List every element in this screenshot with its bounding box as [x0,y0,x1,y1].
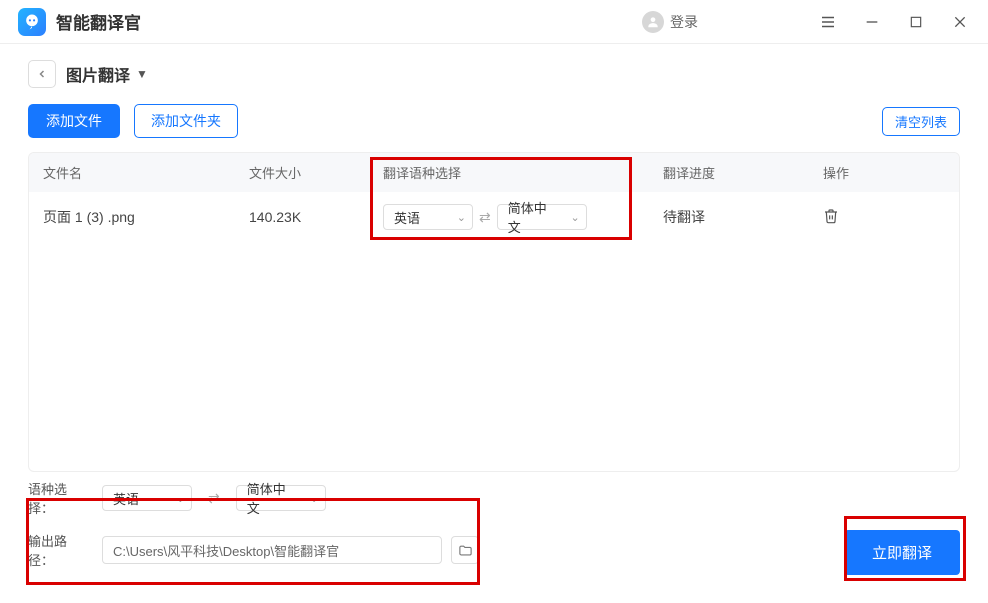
swap-icon[interactable]: ⇄ [208,490,220,507]
row-target-lang-value: 简体中文 [508,198,553,236]
close-button[interactable] [950,12,970,32]
footer-target-lang-select[interactable]: 简体中文 ⌄ [236,485,326,511]
col-header-name: 文件名 [29,163,249,182]
browse-folder-button[interactable] [451,536,479,564]
table-row: 页面 1 (3) .png 140.23K 英语 ⌄ ⇄ 简体中文 ⌄ 待翻译 [29,192,959,242]
col-header-size: 文件大小 [249,163,369,182]
table-header: 文件名 文件大小 翻译语种选择 翻译进度 操作 [29,153,959,192]
breadcrumb-dropdown[interactable]: 图片翻译 ▼ [66,62,148,86]
output-path-value: C:\Users\风平科技\Desktop\智能翻译官 [113,541,339,560]
chevron-down-icon: ⌄ [457,211,466,224]
cell-filename: 页面 1 (3) .png [29,207,249,227]
add-folder-button[interactable]: 添加文件夹 [134,104,238,138]
clear-list-button[interactable]: 清空列表 [882,107,960,136]
footer-target-lang-value: 简体中文 [247,479,292,517]
breadcrumb-title: 图片翻译 [66,62,130,86]
footer-lang-label: 语种选择： [28,479,92,517]
translate-button[interactable]: 立即翻译 [844,530,960,575]
footer-source-lang-select[interactable]: 英语 ⌄ [102,485,192,511]
chevron-down-icon: ⌄ [310,492,319,505]
col-header-lang: 翻译语种选择 [369,163,649,182]
file-table: 文件名 文件大小 翻译语种选择 翻译进度 操作 页面 1 (3) .png 14… [28,152,960,472]
row-source-lang-value: 英语 [394,208,420,227]
menu-button[interactable] [818,12,838,32]
col-header-progress: 翻译进度 [649,163,809,182]
back-button[interactable] [28,60,56,88]
row-source-lang-select[interactable]: 英语 ⌄ [383,204,473,230]
cell-progress: 待翻译 [649,207,809,227]
app-title: 智能翻译官 [56,9,141,34]
output-path-input[interactable]: C:\Users\风平科技\Desktop\智能翻译官 [102,536,442,564]
footer: 语种选择： 英语 ⌄ ⇄ 简体中文 ⌄ 输出路径： C:\Users\风平科技\… [0,465,988,603]
app-logo [18,8,46,36]
titlebar: 智能翻译官 登录 [0,0,988,44]
avatar-icon [642,11,664,33]
footer-source-lang-value: 英语 [113,489,139,508]
chevron-down-icon: ⌄ [571,211,580,224]
minimize-button[interactable] [862,12,882,32]
caret-down-icon: ▼ [136,67,148,81]
chevron-down-icon: ⌄ [176,492,185,505]
row-target-lang-select[interactable]: 简体中文 ⌄ [497,204,587,230]
delete-row-button[interactable] [823,211,839,227]
add-file-button[interactable]: 添加文件 [28,104,120,138]
login-button[interactable]: 登录 [670,12,698,32]
cell-filesize: 140.23K [249,209,369,225]
col-header-op: 操作 [809,163,959,182]
maximize-button[interactable] [906,12,926,32]
footer-path-label: 输出路径： [28,531,92,569]
swap-icon[interactable]: ⇄ [479,209,491,226]
